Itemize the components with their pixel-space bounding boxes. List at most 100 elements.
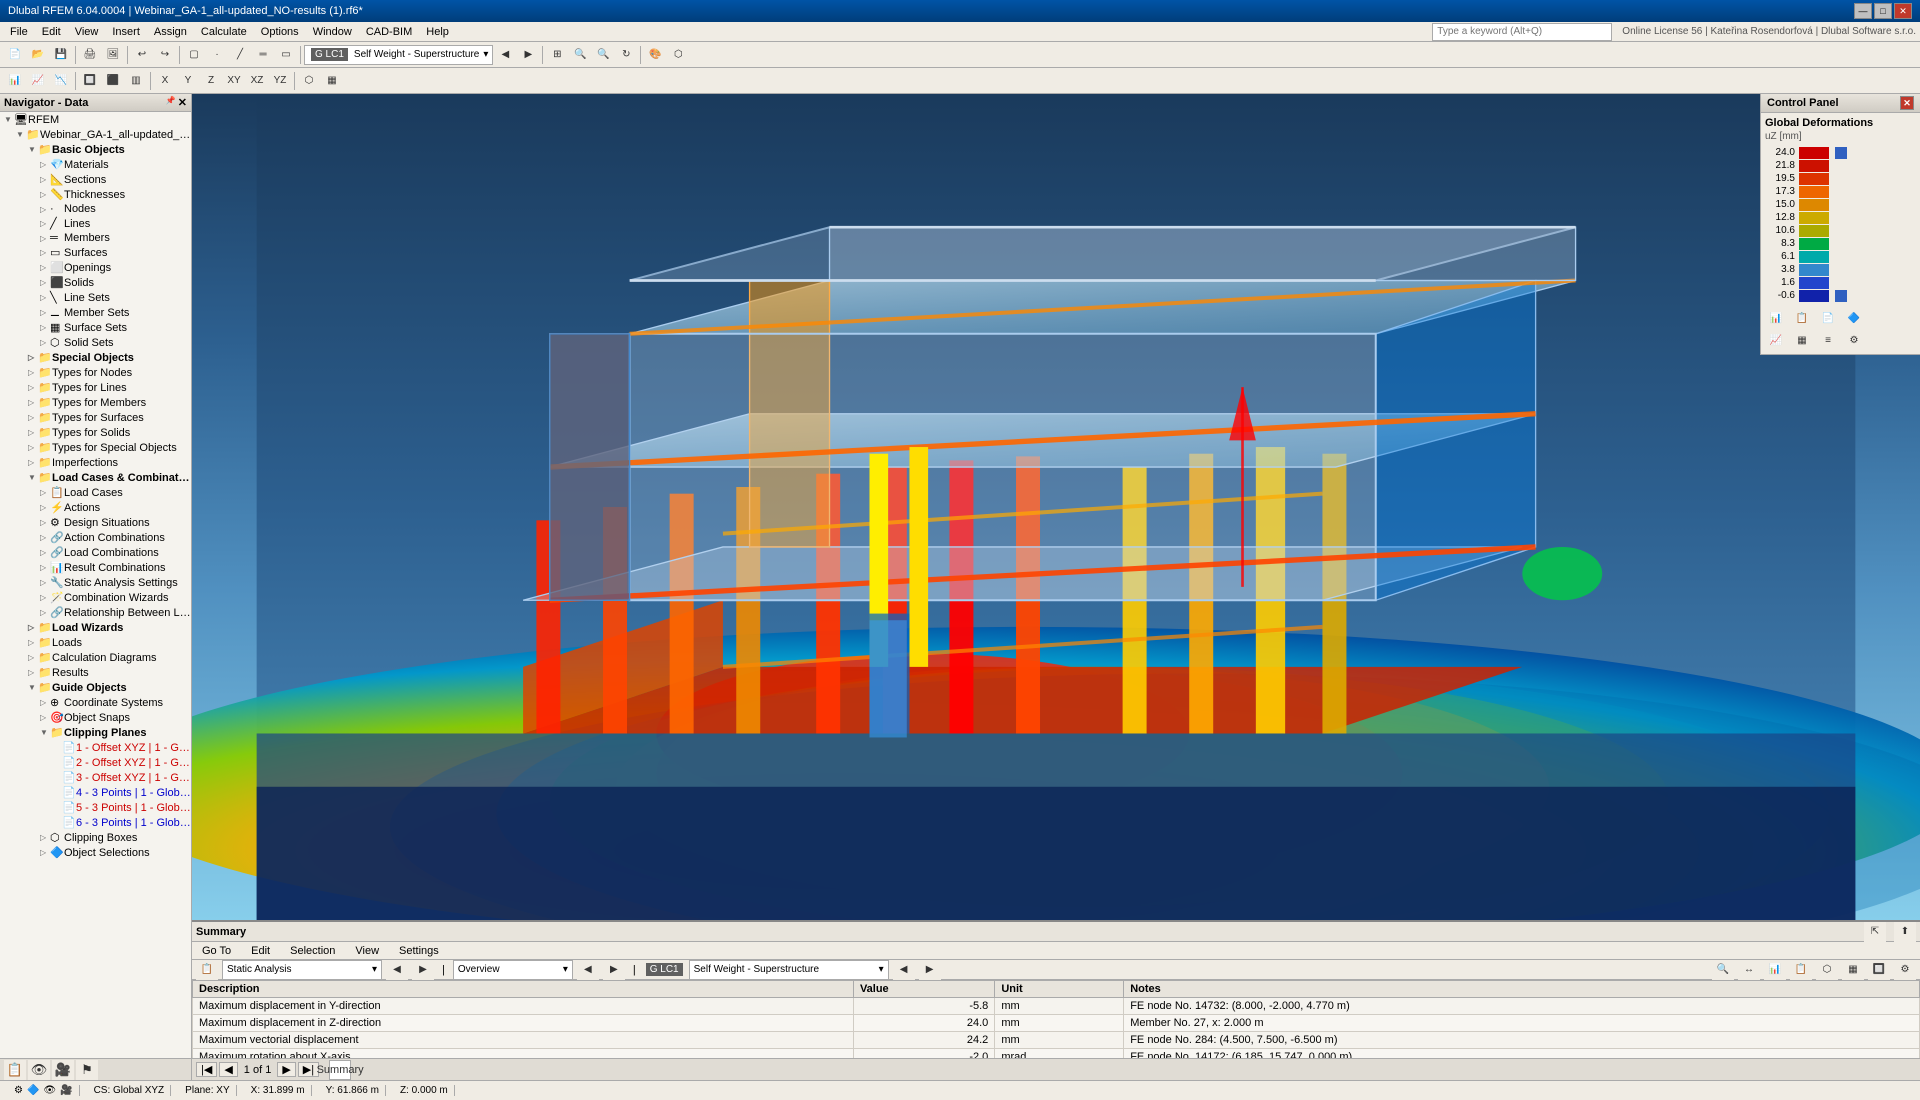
- summary-goto[interactable]: Go To: [196, 943, 237, 959]
- lc-selector[interactable]: G LC1 Self Weight - Superstructure ▾: [304, 45, 493, 65]
- bottom-lc-selector[interactable]: Self Weight - Superstructure ▾: [689, 960, 889, 980]
- view-type-selector[interactable]: Overview ▾: [453, 960, 573, 980]
- result-type-1[interactable]: 📊: [4, 71, 26, 91]
- menu-options[interactable]: Options: [255, 24, 305, 40]
- tree-load-wizards[interactable]: ▷ 📁 Load Wizards: [0, 620, 191, 635]
- summary-undock-button[interactable]: ⇱: [1864, 922, 1886, 942]
- analysis-icon[interactable]: 📋: [196, 960, 218, 980]
- tree-relationship-loads[interactable]: ▷🔗Relationship Between Load C: [0, 605, 191, 620]
- close-button[interactable]: ✕: [1894, 3, 1912, 19]
- result-view-7[interactable]: 🔲: [1868, 960, 1890, 980]
- nav-close-button[interactable]: ✕: [178, 96, 187, 109]
- open-button[interactable]: 📂: [27, 45, 49, 65]
- tree-result-combinations[interactable]: ▷📊Result Combinations: [0, 560, 191, 575]
- tree-surface-sets[interactable]: ▷▦Surface Sets: [0, 320, 191, 335]
- tree-clip-4[interactable]: 📄4 - 3 Points | 1 - Global X: [0, 785, 191, 800]
- viewport-3d[interactable]: Control Panel ✕ Global Deformations uZ […: [192, 94, 1920, 920]
- page-next-button[interactable]: ▶: [277, 1062, 295, 1077]
- cp-icon-7[interactable]: ≡: [1817, 330, 1839, 350]
- summary-settings[interactable]: Settings: [393, 943, 445, 959]
- cp-icon-5[interactable]: 📈: [1765, 330, 1787, 350]
- tree-load-cases[interactable]: ▷📋Load Cases: [0, 485, 191, 500]
- minimize-button[interactable]: —: [1854, 3, 1872, 19]
- prev-analysis-button[interactable]: ◀: [386, 960, 408, 980]
- print-button[interactable]: 🖨: [79, 45, 101, 65]
- nav-controls[interactable]: 📌 ✕: [166, 96, 187, 109]
- tree-thicknesses[interactable]: ▷📏Thicknesses: [0, 187, 191, 202]
- result-type-2[interactable]: 📈: [27, 71, 49, 91]
- menu-window[interactable]: Window: [307, 24, 358, 40]
- status-icon-2[interactable]: 🔷: [27, 1085, 39, 1096]
- tree-results[interactable]: ▷📁Results: [0, 665, 191, 680]
- menu-file[interactable]: File: [4, 24, 34, 40]
- tree-lines[interactable]: ▷╱Lines: [0, 216, 191, 231]
- tree-object-snaps[interactable]: ▷🎯Object Snaps: [0, 710, 191, 725]
- tree-action-combinations[interactable]: ▷🔗Action Combinations: [0, 530, 191, 545]
- rotate-button[interactable]: ↻: [615, 45, 637, 65]
- result-view-8[interactable]: ⚙: [1894, 960, 1916, 980]
- view-xy[interactable]: XY: [223, 71, 245, 91]
- tree-line-sets[interactable]: ▷╲Line Sets: [0, 290, 191, 305]
- view-y[interactable]: Y: [177, 71, 199, 91]
- tree-load-combinations[interactable]: ▷🔗Load Combinations: [0, 545, 191, 560]
- result-view-4[interactable]: 📋: [1790, 960, 1812, 980]
- menu-assign[interactable]: Assign: [148, 24, 193, 40]
- nav-data-icon[interactable]: 📋: [4, 1060, 26, 1080]
- nav-pin-button[interactable]: 📌: [166, 96, 176, 109]
- tree-openings[interactable]: ▷⬜Openings: [0, 260, 191, 275]
- tree-clipping-boxes[interactable]: ▷⬡Clipping Boxes: [0, 830, 191, 845]
- tree-object-selections[interactable]: ▷🔷Object Selections: [0, 845, 191, 860]
- tree-types-special[interactable]: ▷📁Types for Special Objects: [0, 440, 191, 455]
- summary-view[interactable]: View: [349, 943, 385, 959]
- result-view-3[interactable]: 📊: [1764, 960, 1786, 980]
- tree-clip-6[interactable]: 📄6 - 3 Points | 1 - Global X: [0, 815, 191, 830]
- tree-types-nodes[interactable]: ▷📁Types for Nodes: [0, 365, 191, 380]
- status-icon-3[interactable]: 👁: [43, 1085, 56, 1096]
- tree-sections[interactable]: ▷📐Sections: [0, 172, 191, 187]
- zoom-out-button[interactable]: 🔍: [592, 45, 614, 65]
- member-button[interactable]: ═: [252, 45, 274, 65]
- redo-button[interactable]: ↪: [154, 45, 176, 65]
- tree-load-cases-combos[interactable]: ▼ 📁 Load Cases & Combinations: [0, 470, 191, 485]
- window-controls[interactable]: — □ ✕: [1854, 3, 1912, 19]
- page-first-button[interactable]: |◀: [196, 1062, 217, 1077]
- tree-loads[interactable]: ▷📁Loads: [0, 635, 191, 650]
- tree-rfem-root[interactable]: ▼ 🖥 RFEM: [0, 112, 191, 127]
- cp-icon-2[interactable]: 📋: [1791, 308, 1813, 328]
- node-button[interactable]: ·: [206, 45, 228, 65]
- line-button[interactable]: ╱: [229, 45, 251, 65]
- iso-button[interactable]: ⬡: [298, 71, 320, 91]
- analysis-type-selector[interactable]: Static Analysis ▾: [222, 960, 382, 980]
- view-all-button[interactable]: ⊞: [546, 45, 568, 65]
- tree-types-surfaces[interactable]: ▷📁Types for Surfaces: [0, 410, 191, 425]
- next-analysis-button[interactable]: ▶: [412, 960, 434, 980]
- maximize-button[interactable]: □: [1874, 3, 1892, 19]
- tree-basic-objects[interactable]: ▼ 📁 Basic Objects: [0, 142, 191, 157]
- tree-special-objects[interactable]: ▷ 📁 Special Objects: [0, 350, 191, 365]
- prev-view-button[interactable]: ◀: [577, 960, 599, 980]
- display-1[interactable]: 🔲: [79, 71, 101, 91]
- tree-static-analysis[interactable]: ▷🔧Static Analysis Settings: [0, 575, 191, 590]
- tree-nodes[interactable]: ▷·Nodes: [0, 202, 191, 216]
- save-button[interactable]: 💾: [50, 45, 72, 65]
- select-button[interactable]: ▢: [183, 45, 205, 65]
- keyword-search[interactable]: [1432, 23, 1612, 41]
- tree-project[interactable]: ▼ 📁 Webinar_GA-1_all-updated_NO-resul: [0, 127, 191, 142]
- tree-types-lines[interactable]: ▷📁Types for Lines: [0, 380, 191, 395]
- menu-calculate[interactable]: Calculate: [195, 24, 253, 40]
- undo-button[interactable]: ↩: [131, 45, 153, 65]
- tree-clip-1[interactable]: 📄1 - Offset XYZ | 1 - Global X: [0, 740, 191, 755]
- display-3[interactable]: ▥: [125, 71, 147, 91]
- tree-solid-sets[interactable]: ▷⬡Solid Sets: [0, 335, 191, 350]
- result-view-6[interactable]: ▦: [1842, 960, 1864, 980]
- view-yz[interactable]: YZ: [269, 71, 291, 91]
- status-icon-1[interactable]: ⚙: [14, 1085, 23, 1096]
- result-view-2[interactable]: ↔: [1738, 960, 1760, 980]
- menu-cadbim[interactable]: CAD-BIM: [360, 24, 418, 40]
- tree-calc-diagrams[interactable]: ▷📁Calculation Diagrams: [0, 650, 191, 665]
- zoom-in-button[interactable]: 🔍: [569, 45, 591, 65]
- cp-icon-8[interactable]: ⚙: [1843, 330, 1865, 350]
- nav-filter-icon[interactable]: ⚑: [76, 1060, 98, 1080]
- summary-selection[interactable]: Selection: [284, 943, 341, 959]
- menu-insert[interactable]: Insert: [106, 24, 146, 40]
